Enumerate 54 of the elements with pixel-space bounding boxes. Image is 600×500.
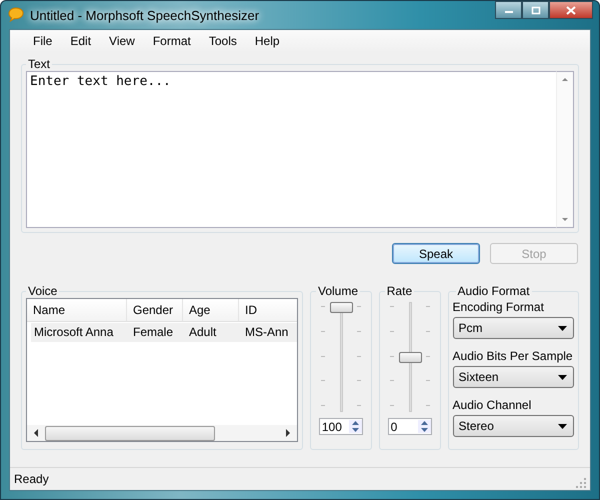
dropdown[interactable]: Stereo (452, 415, 574, 437)
speech-bubble-icon (8, 7, 24, 23)
column-header[interactable]: ID (239, 299, 297, 321)
spin-down-icon[interactable] (418, 427, 430, 433)
vertical-slider[interactable] (320, 302, 361, 412)
group-label: Text (27, 57, 52, 71)
dropdown-arrow-icon (558, 374, 567, 380)
maximize-button[interactable] (522, 1, 549, 19)
spin-down-icon[interactable] (350, 427, 361, 433)
minimize-button[interactable] (495, 1, 522, 19)
menu-item[interactable]: Edit (61, 34, 100, 48)
close-button[interactable] (549, 1, 593, 19)
dropdown-arrow-icon (558, 424, 567, 428)
table-cell-text: Female (132, 324, 174, 341)
maximize-icon (530, 6, 540, 14)
voice-row[interactable]: Microsoft Anna Female Adult MS-Ann (31, 323, 297, 342)
status-text: Ready (14, 472, 49, 486)
column-header[interactable]: Name (27, 299, 127, 321)
resize-grip-icon[interactable] (576, 478, 586, 488)
slider-thumb[interactable] (398, 352, 422, 363)
number-field[interactable]: 0 (388, 418, 432, 435)
table-cell-text: MS-Ann (244, 324, 290, 341)
spin-up-icon[interactable] (350, 420, 361, 426)
text-input[interactable]: Enter text here... (26, 71, 556, 228)
menu-item[interactable]: Format (144, 34, 200, 48)
field-label: Encoding Format (452, 300, 545, 314)
menu-item[interactable]: File (24, 34, 62, 48)
group-label: Voice (27, 284, 58, 298)
menu-item[interactable]: Help (246, 34, 289, 48)
dropdown-arrow-icon (558, 326, 567, 330)
field-label: Audio Channel (452, 398, 532, 412)
table-cell-text: Microsoft Anna (33, 324, 114, 341)
menu-item[interactable]: View (100, 34, 144, 48)
table-cell-text: Adult (188, 324, 218, 341)
dropdown[interactable]: Pcm (452, 317, 574, 339)
field-label: Audio Bits Per Sample (452, 349, 574, 363)
column-header[interactable]: Gender (127, 299, 183, 321)
vertical-slider[interactable] (390, 302, 430, 412)
group-label: Rate (386, 284, 414, 298)
spin-up-icon[interactable] (418, 420, 430, 426)
dropdown[interactable]: Sixteen (452, 366, 574, 388)
horizontal-scrollbar[interactable] (27, 425, 297, 441)
close-icon (566, 6, 576, 14)
group-label: Volume (317, 284, 360, 298)
scroll-right-icon[interactable] (285, 429, 291, 437)
slider-thumb[interactable] (330, 302, 353, 313)
number-field[interactable]: 100 (318, 418, 363, 435)
group-label: Audio Format (456, 284, 531, 298)
scroll-left-icon[interactable] (33, 429, 39, 437)
scrollbar[interactable] (556, 71, 574, 228)
window-title: Untitled - Morphsoft SpeechSynthesizer (30, 8, 260, 22)
speak-button[interactable]: Speak (392, 243, 480, 264)
menu-item[interactable]: Tools (200, 34, 246, 48)
column-header[interactable]: Age (183, 299, 239, 321)
